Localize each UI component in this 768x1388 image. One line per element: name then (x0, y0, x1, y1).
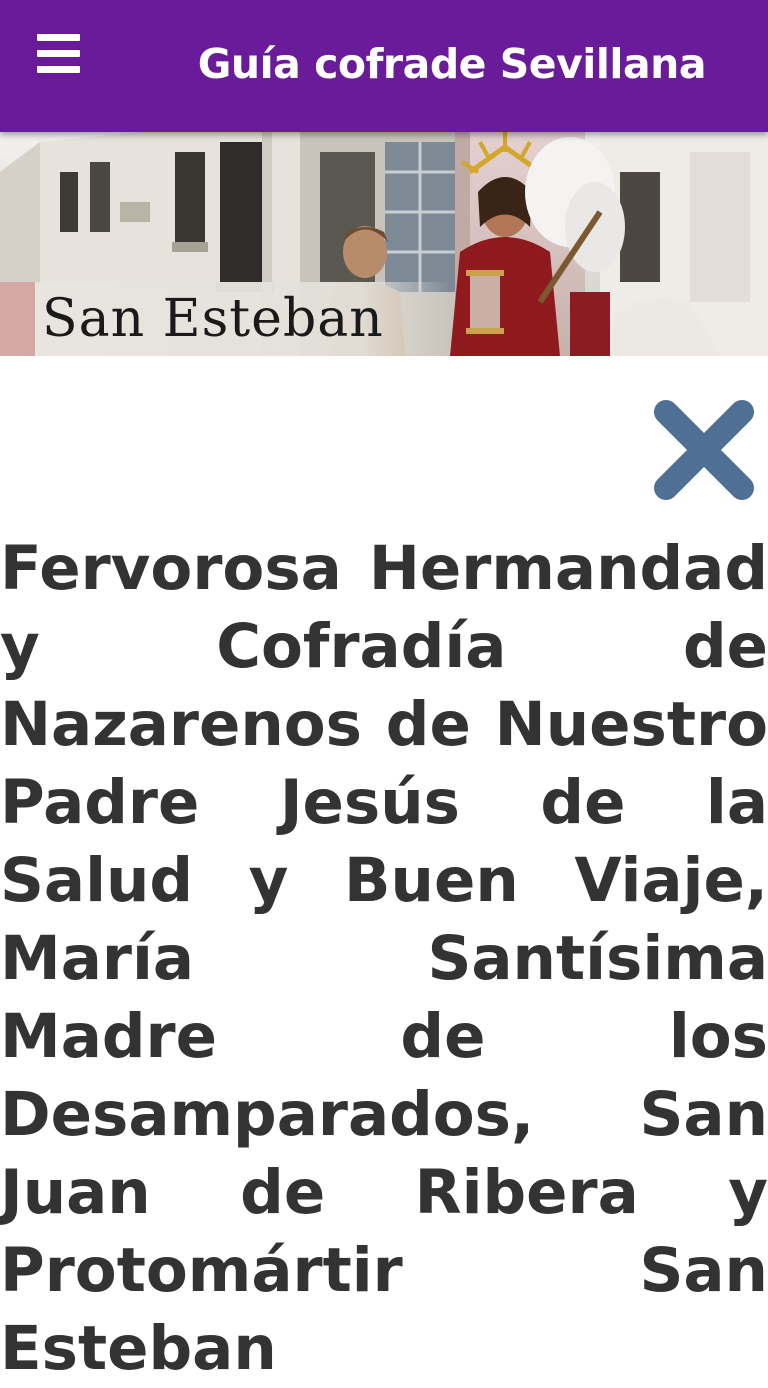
banner-title: San Esteban (42, 289, 384, 349)
brotherhood-full-name: Fervorosa Hermandad y Cofradía de Nazare… (0, 533, 768, 1384)
close-icon (654, 400, 754, 500)
app-bar: Guía cofrade Sevillana (0, 0, 768, 132)
close-button[interactable] (650, 396, 758, 504)
menu-button[interactable] (30, 26, 86, 82)
app-title: Guía cofrade Sevillana (197, 40, 707, 88)
header-banner-image: San Esteban (0, 132, 768, 356)
